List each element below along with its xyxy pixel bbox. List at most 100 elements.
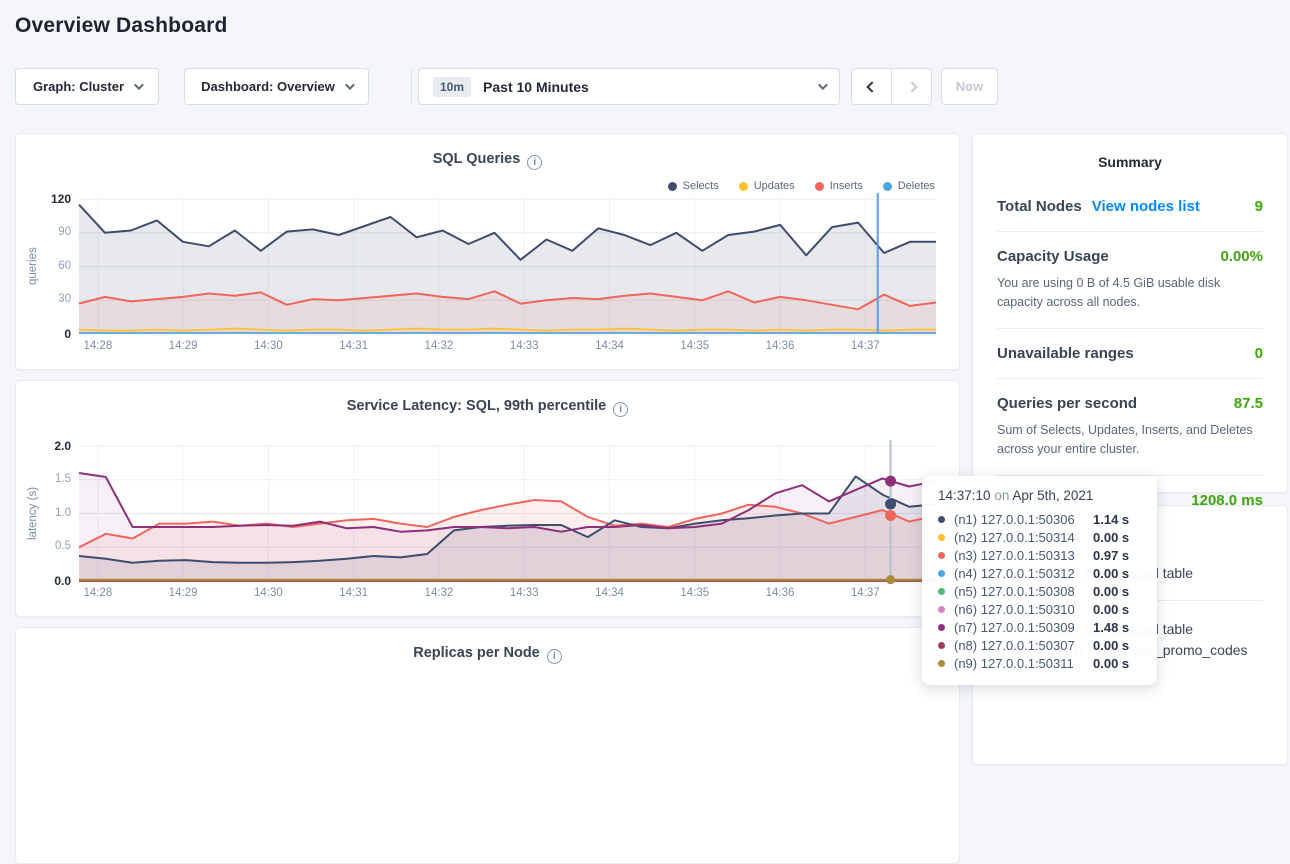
node-latency-value: 0.00 s <box>1093 566 1141 581</box>
info-icon[interactable]: i <box>547 649 562 664</box>
qps-label: Queries per second <box>997 395 1137 412</box>
node-color-dot-icon <box>938 588 945 595</box>
y-axis-tick: 120 <box>19 192 71 206</box>
x-axis-tick: 14:30 <box>238 340 298 352</box>
time-range-picker[interactable]: 10m Past 10 Minutes <box>418 68 840 105</box>
summary-row-unavailable-ranges: Unavailable ranges 0 <box>997 329 1263 379</box>
legend-dot-icon <box>668 182 677 191</box>
x-axis-tick: 14:34 <box>579 340 639 352</box>
service-latency-chart[interactable]: 0.00.51.01.52.014:2814:2914:3014:3114:32… <box>79 446 936 581</box>
x-axis-tick: 14:32 <box>409 587 469 599</box>
info-icon[interactable]: i <box>613 402 628 417</box>
chart-header: Replicas per Node i <box>16 645 959 664</box>
node-latency-value: 0.00 s <box>1093 602 1141 617</box>
qps-value: 87.5 <box>1234 395 1263 412</box>
tooltip-row: (n6) 127.0.0.1:50310 0.00 s <box>938 600 1141 618</box>
node-color-dot-icon <box>938 606 945 613</box>
x-axis-tick: 14:32 <box>409 340 469 352</box>
x-axis-tick: 14:31 <box>324 340 384 352</box>
replicas-per-node-card: Replicas per Node i <box>15 627 960 864</box>
hover-tooltip-rows: (n1) 127.0.0.1:503061.14 s(n2) 127.0.0.1… <box>938 510 1141 672</box>
x-axis-tick: 14:36 <box>750 587 810 599</box>
capacity-label: Capacity Usage <box>997 248 1109 265</box>
y-axis-tick: 60 <box>19 260 71 272</box>
time-forward-button[interactable] <box>891 69 931 104</box>
chevron-down-icon <box>134 80 144 90</box>
node-latency-value: 0.97 s <box>1093 548 1141 563</box>
legend-item: Selects <box>668 180 719 192</box>
x-axis-tick: 14:37 <box>835 340 895 352</box>
chart-title: Service Latency: SQL, 99th percentile <box>347 398 607 414</box>
tooltip-row: (n1) 127.0.0.1:503061.14 s <box>938 510 1141 528</box>
x-axis-tick: 14:31 <box>324 587 384 599</box>
chart-header: Service Latency: SQL, 99th percentile i <box>16 398 959 417</box>
tooltip-on: on <box>994 488 1009 503</box>
x-axis-tick: 14:36 <box>750 340 810 352</box>
time-back-button[interactable] <box>852 69 891 104</box>
tooltip-row: (n4) 127.0.0.1:50312 0.00 s <box>938 564 1141 582</box>
graph-dropdown[interactable]: Graph: Cluster <box>15 68 159 105</box>
unavailable-ranges-label: Unavailable ranges <box>997 345 1134 362</box>
sql-queries-chart[interactable]: 030609012014:2814:2914:3014:3114:3214:33… <box>79 199 936 334</box>
node-address: (n6) 127.0.0.1:50310 <box>954 602 1089 617</box>
legend-dot-icon <box>739 182 748 191</box>
total-nodes-value: 9 <box>1255 198 1263 215</box>
x-axis-tick: 14:28 <box>68 340 128 352</box>
y-axis-tick: 90 <box>19 226 71 238</box>
summary-row-capacity: Capacity Usage 0.00% You are using 0 B o… <box>997 232 1263 329</box>
x-axis-tick: 14:33 <box>494 340 554 352</box>
x-axis-tick: 14:30 <box>238 587 298 599</box>
chevron-down-icon <box>818 80 828 90</box>
view-nodes-list-link[interactable]: View nodes list <box>1092 198 1200 215</box>
node-latency-value: 1.48 s <box>1093 620 1141 635</box>
node-address: (n4) 127.0.0.1:50312 <box>954 566 1089 581</box>
chevron-down-icon <box>345 80 355 90</box>
node-color-dot-icon <box>938 552 945 559</box>
x-axis-tick: 14:37 <box>835 587 895 599</box>
chart-header: SQL Queries i <box>16 151 959 170</box>
total-nodes-label: Total Nodes <box>997 198 1082 215</box>
sql-queries-card: SQL Queries i Selects Updates Inserts Delete… <box>15 133 960 370</box>
node-address: (n1) 127.0.0.1:50306 <box>954 512 1089 527</box>
legend-label: Deletes <box>898 180 935 192</box>
x-axis-tick: 14:35 <box>665 587 725 599</box>
x-axis-tick: 14:34 <box>579 587 639 599</box>
x-axis-tick: 14:35 <box>665 340 725 352</box>
now-button[interactable]: Now <box>941 68 998 105</box>
dashboard-dropdown[interactable]: Dashboard: Overview <box>184 68 369 105</box>
node-latency-value: 0.00 s <box>1093 638 1141 653</box>
node-color-dot-icon <box>938 624 945 631</box>
tooltip-row: (n7) 127.0.0.1:50309 1.48 s <box>938 618 1141 636</box>
capacity-value: 0.00% <box>1220 248 1263 265</box>
node-address: (n3) 127.0.0.1:50313 <box>954 548 1089 563</box>
node-address: (n9) 127.0.0.1:50311 <box>954 656 1089 671</box>
legend-label: Inserts <box>830 180 863 192</box>
y-axis-tick: 1.0 <box>19 507 71 519</box>
legend-dot-icon <box>883 182 892 191</box>
y-axis-tick: 30 <box>19 293 71 305</box>
node-color-dot-icon <box>938 660 945 667</box>
time-range-badge: 10m <box>433 77 471 97</box>
node-color-dot-icon <box>938 516 945 523</box>
chevron-left-icon <box>866 81 877 92</box>
node-address: (n7) 127.0.0.1:50309 <box>954 620 1089 635</box>
node-latency-value: 0.00 s <box>1093 584 1141 599</box>
chart-title: Replicas per Node <box>413 645 540 661</box>
chart-legend: Selects Updates Inserts Deletes <box>668 180 935 192</box>
legend-label: Updates <box>754 180 795 192</box>
tooltip-time: 14:37:10 <box>938 488 991 503</box>
time-range-label: Past 10 Minutes <box>483 79 589 95</box>
chevron-right-icon <box>906 81 917 92</box>
chart-title: SQL Queries <box>433 151 521 167</box>
capacity-description: You are using 0 B of 4.5 GiB usable disk… <box>997 274 1263 313</box>
summary-row-total-nodes: Total Nodes View nodes list 9 <box>997 182 1263 232</box>
node-address: (n5) 127.0.0.1:50308 <box>954 584 1089 599</box>
legend-item: Deletes <box>883 180 935 192</box>
info-icon[interactable]: i <box>527 155 542 170</box>
hover-tooltip: 14:37:10 on Apr 5th, 2021 (n1) 127.0.0.1… <box>922 476 1157 685</box>
tooltip-row: (n2) 127.0.0.1:503140.00 s <box>938 528 1141 546</box>
graph-dropdown-label: Graph: Cluster <box>33 79 124 94</box>
unavailable-ranges-value: 0 <box>1255 345 1263 362</box>
time-step-group <box>851 68 932 105</box>
node-color-dot-icon <box>938 642 945 649</box>
